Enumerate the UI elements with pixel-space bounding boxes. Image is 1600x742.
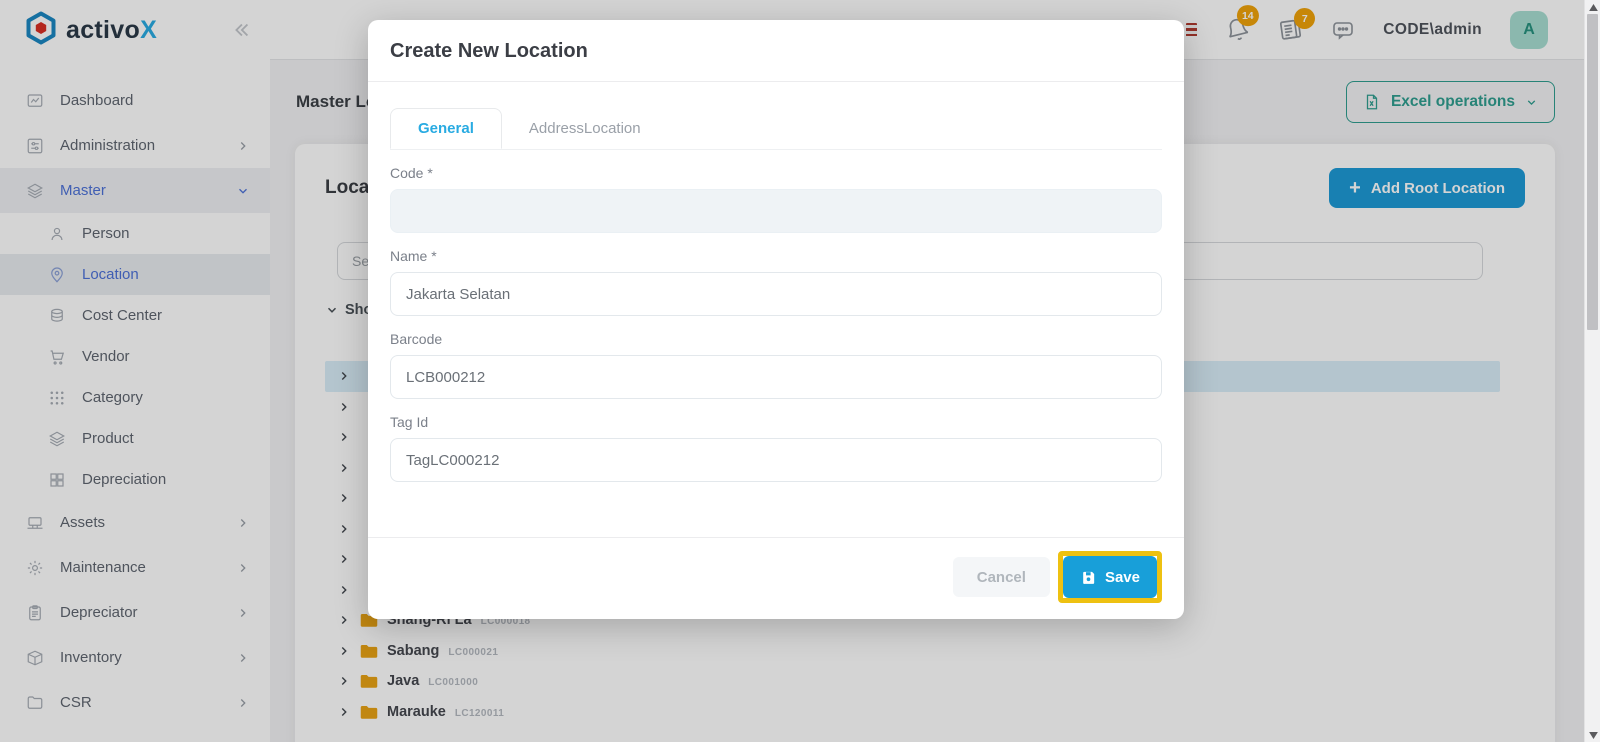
save-button[interactable]: Save bbox=[1063, 556, 1157, 598]
scroll-down-arrow[interactable] bbox=[1585, 728, 1600, 742]
name-label: Name * bbox=[390, 248, 1162, 264]
scrollbar-thumb[interactable] bbox=[1587, 14, 1598, 330]
scroll-up-arrow[interactable] bbox=[1585, 0, 1600, 14]
tab-general[interactable]: General bbox=[390, 108, 502, 149]
barcode-field[interactable] bbox=[390, 355, 1162, 399]
code-label: Code * bbox=[390, 165, 1162, 181]
name-field[interactable] bbox=[390, 272, 1162, 316]
cancel-button[interactable]: Cancel bbox=[953, 557, 1050, 597]
save-floppy-icon bbox=[1080, 569, 1097, 586]
create-location-modal: Create New Location General AddressLocat… bbox=[368, 20, 1184, 619]
tab-addresslocation[interactable]: AddressLocation bbox=[502, 108, 668, 149]
page-scrollbar[interactable] bbox=[1584, 0, 1600, 742]
save-button-label: Save bbox=[1105, 569, 1140, 586]
tag-id-field[interactable] bbox=[390, 438, 1162, 482]
barcode-label: Barcode bbox=[390, 331, 1162, 347]
code-field[interactable] bbox=[390, 189, 1162, 233]
modal-tabs: General AddressLocation bbox=[390, 108, 1162, 150]
tag-id-label: Tag Id bbox=[390, 414, 1162, 430]
modal-title: Create New Location bbox=[390, 40, 588, 62]
save-button-highlight: Save bbox=[1058, 551, 1162, 603]
